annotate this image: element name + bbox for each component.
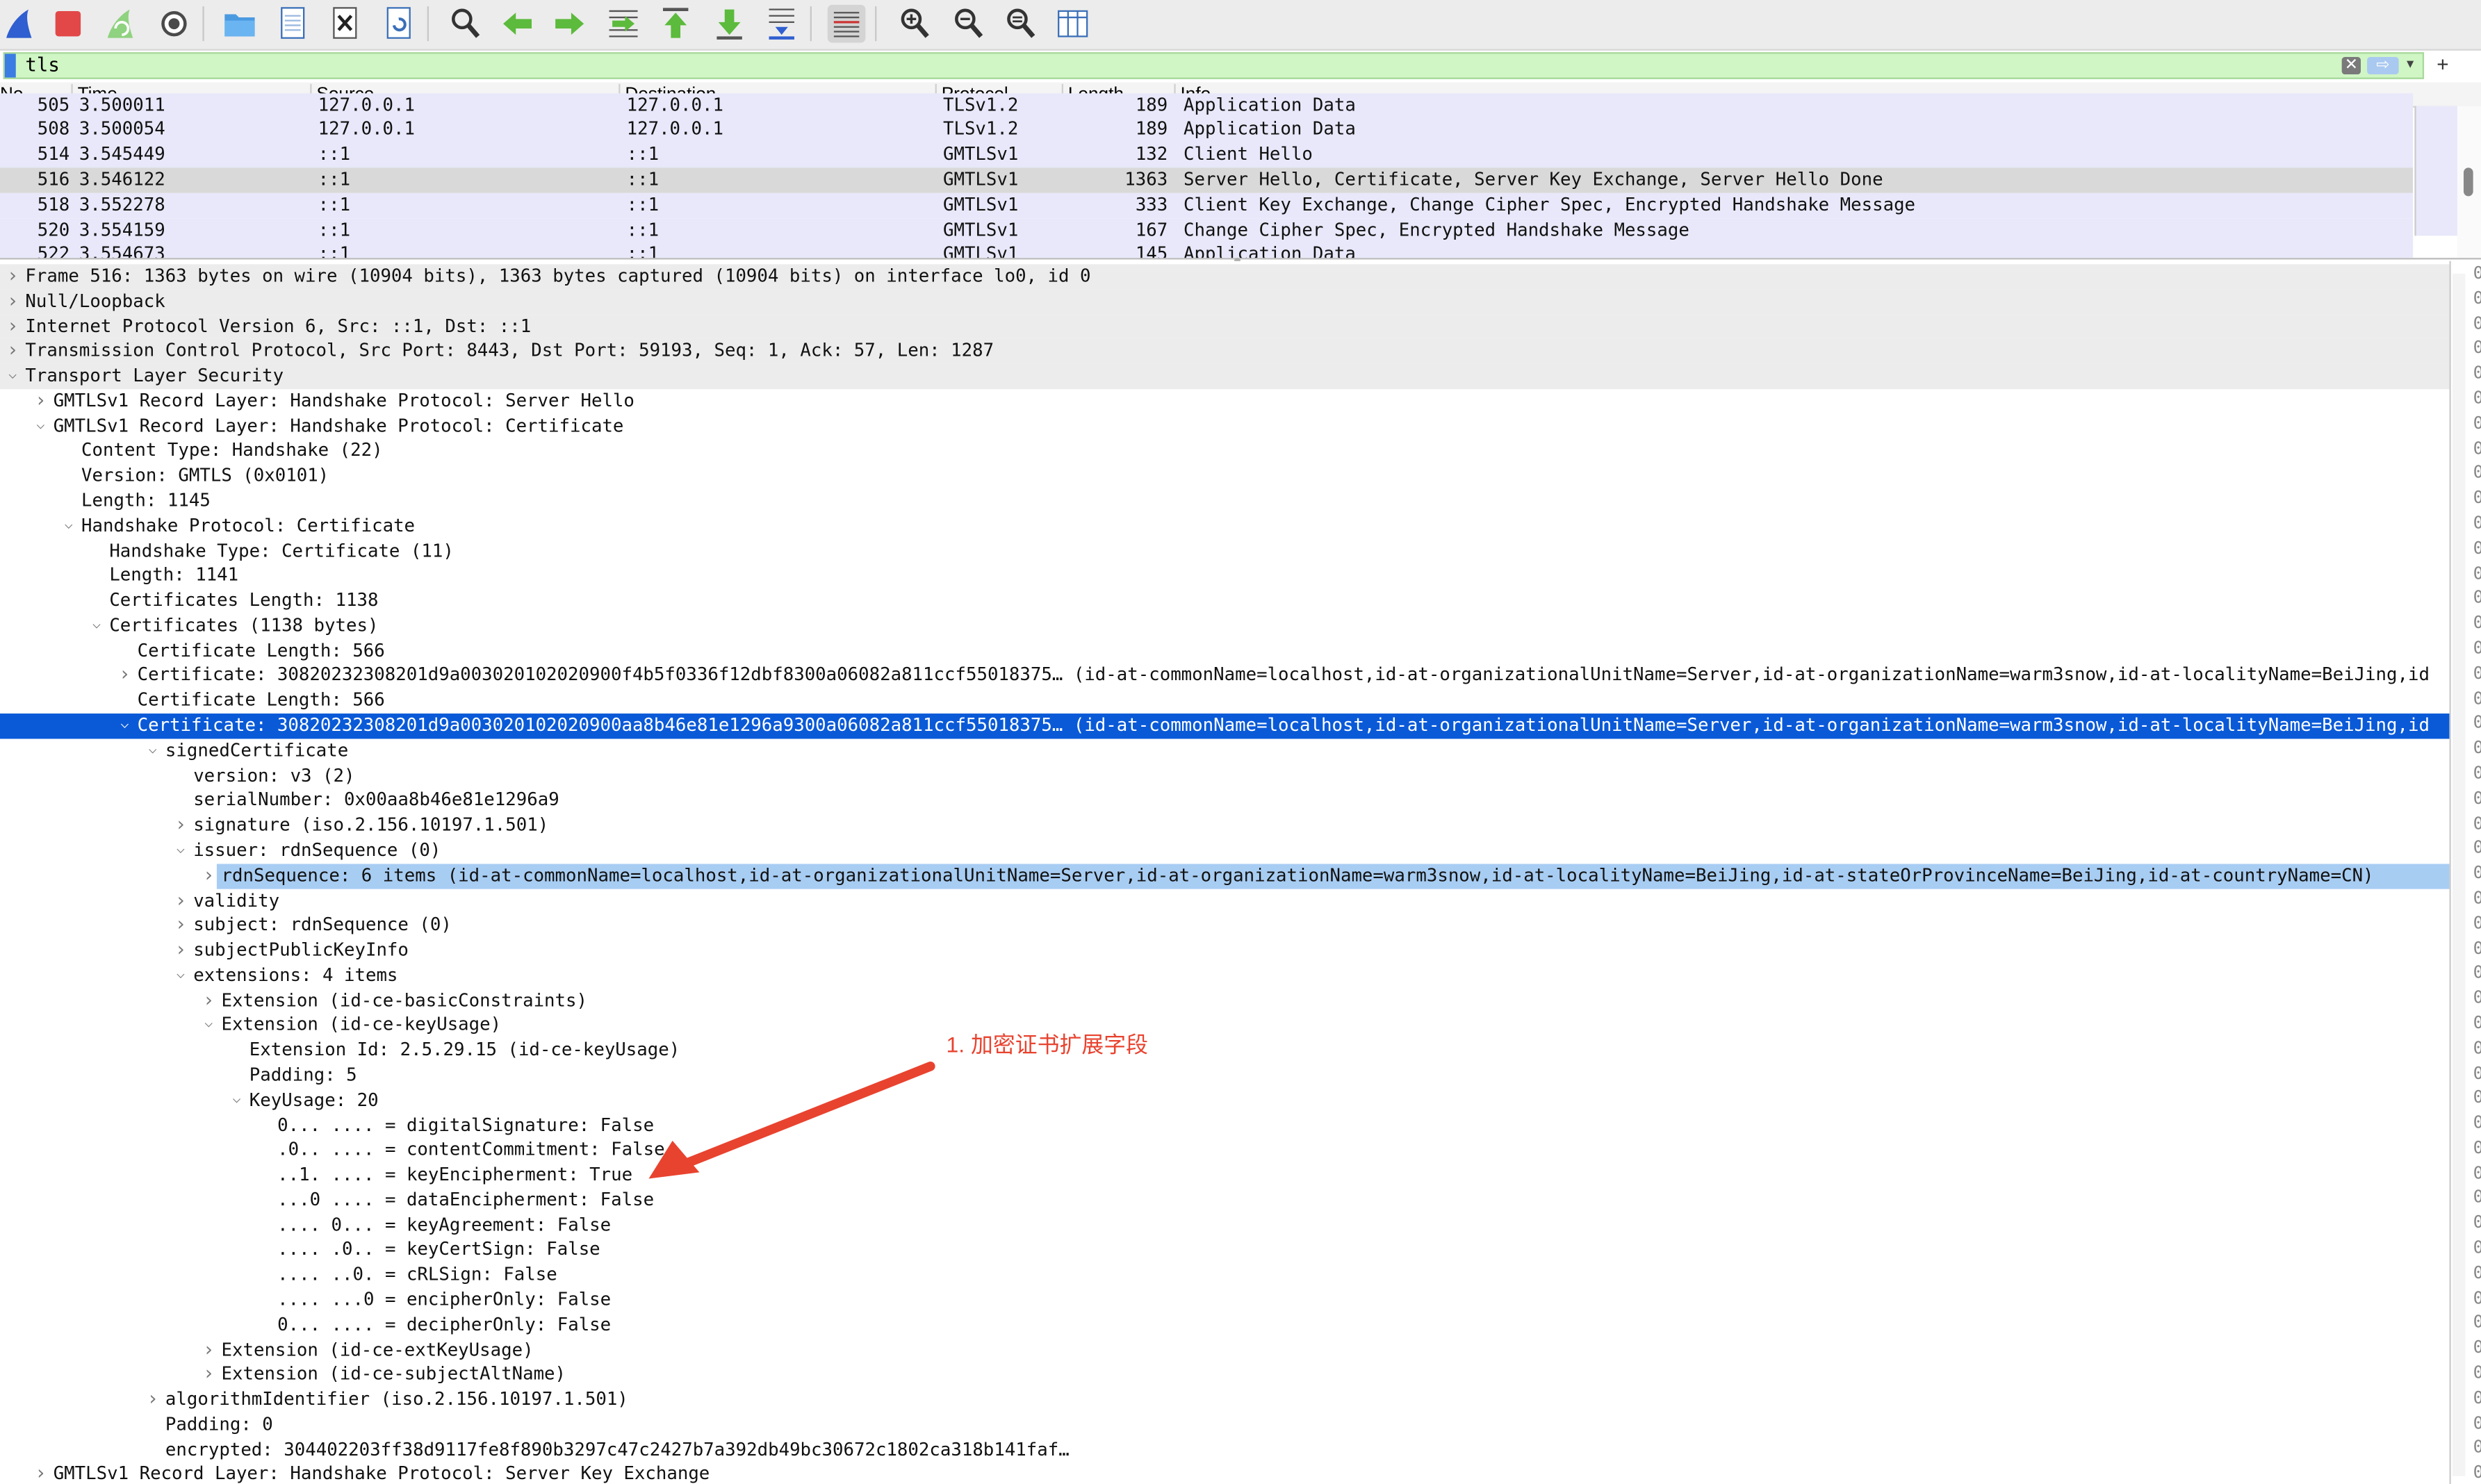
wireshark-window: tls ✕ ⇨ ▾ + No. Time Source Destination … bbox=[0, 0, 2481, 1484]
annotation-label: 1. 加密证书扩展字段 bbox=[946, 1031, 1148, 1057]
annotation-arrow bbox=[648, 1062, 935, 1179]
